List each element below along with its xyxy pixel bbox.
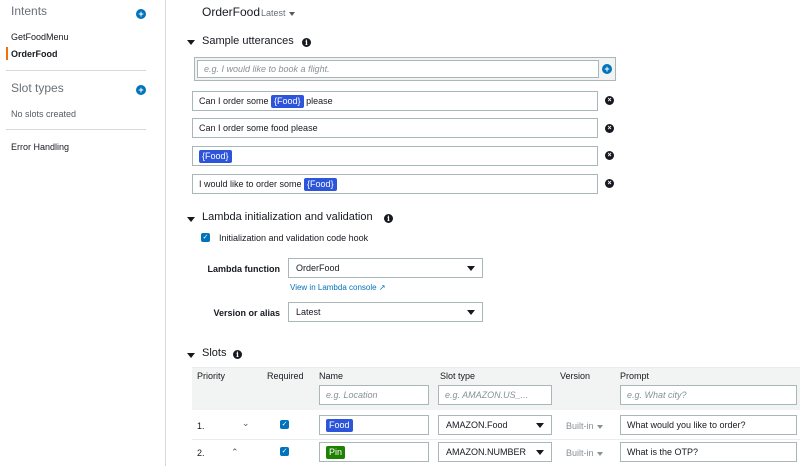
caret-down-icon [467,310,475,315]
intent-title: OrderFood [202,5,261,19]
add-utterance-icon[interactable]: + [602,64,612,74]
utterance-row[interactable]: Can I order some food please [192,118,598,138]
lambda-function-select[interactable]: OrderFood [288,258,483,278]
new-utterance-box: + [194,57,616,81]
lambda-console-link-text: View in Lambda console [290,283,377,292]
col-priority: Priority [197,371,226,381]
slot-name-field[interactable]: Food [319,415,429,435]
intent-version-label: Latest [261,8,286,18]
utterance-row[interactable]: {Food} [192,146,598,166]
sidebar-item-getfoodmenu[interactable]: GetFoodMenu [11,32,69,42]
slot-version-label: Built-in [566,421,594,431]
slot-tag: {Food} [304,178,337,191]
slot-required-checkbox[interactable]: ✓ [280,420,289,429]
caret-down-icon [467,266,475,271]
slot-prompt-field[interactable]: What would you like to order? [620,415,797,435]
collapse-triangle-icon[interactable] [187,40,195,45]
slot-type-value: AMAZON.NUMBER [446,447,527,457]
col-version: Version [560,371,591,381]
utterance-text: please [303,96,333,106]
slot-priority: 1. [197,421,205,431]
new-slot-name-input[interactable]: e.g. Location [319,385,429,405]
info-icon[interactable]: i [384,214,393,223]
slots-section-title: Slots [202,347,227,359]
row-separator [192,439,800,440]
sidebar-item-error-handling[interactable]: Error Handling [11,142,69,152]
slot-required-checkbox[interactable]: ✓ [280,447,289,456]
slot-type-select[interactable]: AMAZON.Food [438,415,552,435]
lambda-console-link[interactable]: View in Lambda console ↗ [290,283,386,292]
col-prompt: Prompt [620,371,650,381]
slot-prompt-field[interactable]: What is the OTP? [620,442,797,462]
lambda-function-value: OrderFood [296,263,340,273]
codehook-label: Initialization and validation code hook [219,233,369,243]
slot-version-select[interactable]: Built-in [566,448,603,458]
col-name: Name [319,371,344,381]
utterance-row[interactable]: Can I order some {Food} please [192,91,598,111]
info-icon[interactable]: i [233,350,242,359]
remove-utterance-icon[interactable]: × [605,96,614,105]
caret-down-icon [536,423,544,428]
sidebar-divider [6,70,146,71]
slots-table-header: Priority Required Name Slot type Version… [192,367,800,410]
col-required: Required [267,371,304,381]
caret-down-icon [596,424,603,429]
slot-tag: {Food} [271,95,304,108]
slot-tag: {Food} [199,150,232,163]
utterance-text: Can I order some food please [199,123,318,133]
utterance-text: I would like to order some [199,179,305,189]
active-indicator [6,47,8,60]
caret-down-icon [596,451,603,456]
new-slot-type-input[interactable]: e.g. AMAZON.US_... [438,385,552,405]
new-slot-prompt-input[interactable]: e.g. What city? [620,385,797,405]
utterance-row[interactable]: I would like to order some {Food} [192,174,598,194]
info-icon[interactable]: i [302,38,311,47]
version-alias-label: Version or alias [213,308,280,318]
slot-version-select[interactable]: Built-in [566,421,603,431]
main-panel: OrderFood Latest Sample utterances i + C… [166,0,800,466]
sidebar-item-orderfood[interactable]: OrderFood [11,49,58,59]
intent-version-select[interactable]: Latest [261,8,295,18]
utterance-text: Can I order some [199,96,272,106]
intents-heading: Intents [11,4,48,18]
slot-priority: 2. [197,448,205,458]
slot-name-tag: Food [326,419,353,432]
slot-type-select[interactable]: AMAZON.NUMBER [438,442,552,462]
external-link-icon: ↗ [378,283,386,292]
remove-utterance-icon[interactable]: × [605,179,614,188]
slot-types-heading: Slot types [11,81,64,95]
col-slot-type: Slot type [440,371,476,381]
utterances-section-title: Sample utterances [202,35,294,47]
slot-version-label: Built-in [566,448,594,458]
sidebar: Intents + GetFoodMenu OrderFood Slot typ… [0,0,166,466]
move-up-chevron-icon[interactable]: ⌃ [231,447,239,458]
lambda-section-title: Lambda initialization and validation [202,211,373,223]
caret-down-icon [536,450,544,455]
codehook-checkbox[interactable]: ✓ [201,233,210,242]
collapse-triangle-icon[interactable] [187,353,195,358]
slot-name-field[interactable]: Pin [319,442,429,462]
version-alias-value: Latest [296,307,321,317]
version-alias-select[interactable]: Latest [288,302,483,322]
remove-utterance-icon[interactable]: × [605,151,614,160]
new-utterance-input[interactable] [197,60,599,78]
sidebar-divider [6,129,146,130]
add-intent-icon[interactable]: + [136,9,146,19]
lambda-function-label: Lambda function [207,264,281,274]
no-slots-note: No slots created [11,109,77,119]
slot-name-tag: Pin [326,446,346,459]
move-down-chevron-icon[interactable]: ⌄ [242,418,250,429]
caret-down-icon [288,11,295,16]
remove-utterance-icon[interactable]: × [605,124,614,133]
add-slot-type-icon[interactable]: + [136,85,146,95]
slot-type-value: AMAZON.Food [446,420,508,430]
collapse-triangle-icon[interactable] [187,217,195,222]
